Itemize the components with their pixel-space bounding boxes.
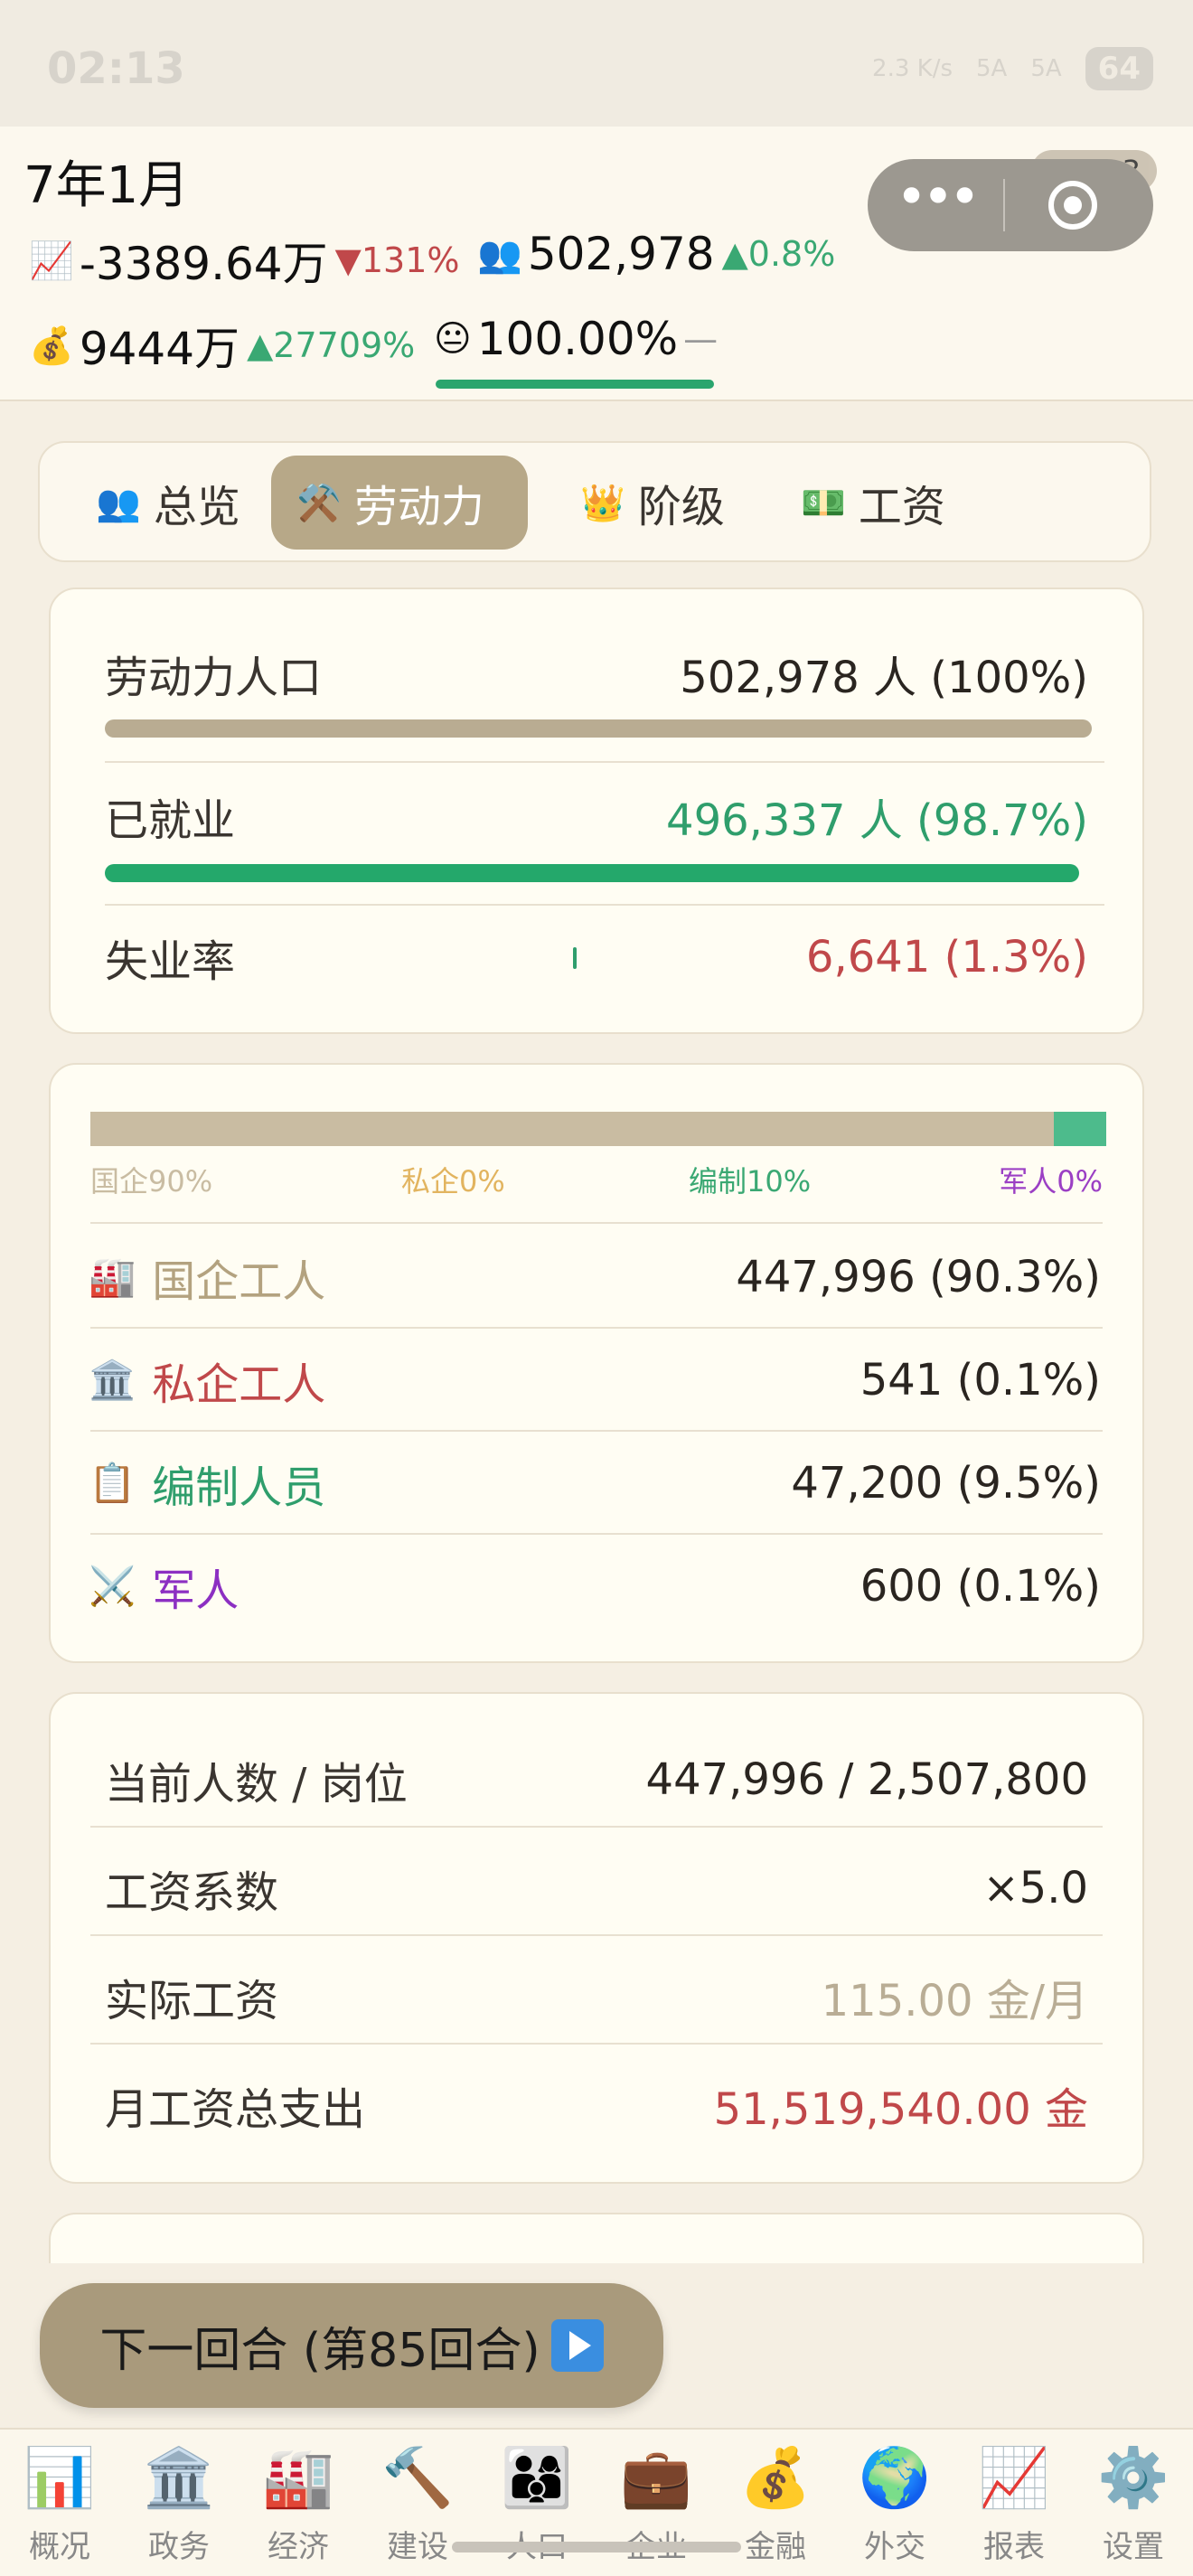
bottom-nav: 📊概况 🏛️政务 🏭经济 🔨建设 👨‍👩‍👦人口 💼企业 💰金融 🌍外交 📈报表… xyxy=(0,2428,1193,2576)
state-worker-row: 🏭 国企工人 447,996 (90.3%) xyxy=(89,1252,1101,1307)
next-turn-button[interactable]: 下一回合 (第85回合) xyxy=(40,2283,663,2408)
employment-distribution-card: 国企90% 私企0% 编制10% 军人0% 🏭 国企工人 447,996 (90.… xyxy=(49,1063,1144,1663)
close-mini-program-button[interactable] xyxy=(1005,181,1141,230)
employed-row: 已就业 496,337 人 (98.7%) xyxy=(105,785,1088,848)
employed-bar xyxy=(105,864,1079,882)
clock: 02:13 xyxy=(47,43,185,94)
game-date: 7年1月 xyxy=(23,156,190,215)
mini-program-capsule: ••• xyxy=(868,159,1153,251)
signal-1-icon: 5A xyxy=(976,55,1008,82)
population-value: 502,978 xyxy=(527,228,715,280)
unemployment-row: 失业率 6,641 (1.3%) xyxy=(105,932,1088,987)
treasury-stat: 💰 9444万 ▲27709% xyxy=(29,313,415,378)
wage-row: 月工资总支出 51,519,540.00 金 xyxy=(105,2084,1088,2135)
legend-private: 私企0% xyxy=(401,1164,505,1199)
distribution-bar-bianzhi xyxy=(1053,1112,1106,1146)
unemployment-value: 6,641 (1.3%) xyxy=(805,932,1088,982)
labor-total-value: 502,978 人 (100%) xyxy=(680,653,1088,703)
tab-class[interactable]: 👑 阶级 xyxy=(555,456,750,550)
population-stat: 👥 502,978 ▲0.8% xyxy=(477,228,835,280)
clipboard-icon: 📋 xyxy=(89,1461,136,1505)
distribution-bar xyxy=(90,1112,1106,1146)
nav-economy[interactable]: 🏭 经济 xyxy=(239,2442,358,2566)
status-bar: 02:13 2.3 K/s 5A 5A 64 xyxy=(0,0,1193,127)
people-icon: 👥 xyxy=(96,482,141,524)
nav-settings[interactable]: ⚙️ 设置 xyxy=(1074,2442,1193,2566)
bianzhi-row: 📋 编制人员 47,200 (9.5%) xyxy=(89,1458,1101,1513)
nav-government[interactable]: 🏛️ 政务 xyxy=(119,2442,239,2566)
happiness-stat: 😐 100.00% — xyxy=(434,313,718,365)
wage-row: 当前人数 / 岗位 447,996 / 2,507,800 xyxy=(105,1754,1088,1810)
gesture-bar xyxy=(452,2542,741,2552)
money-bag-icon: 💰 xyxy=(739,2445,812,2512)
tab-labor[interactable]: ⚒️ 劳动力 xyxy=(271,456,528,550)
nav-reports[interactable]: 📈 报表 xyxy=(954,2442,1074,2566)
labor-total-row: 劳动力人口 502,978 人 (100%) xyxy=(105,642,1088,705)
legend-state: 国企90% xyxy=(90,1164,213,1199)
cash-icon: 💵 xyxy=(801,482,846,524)
gdp-stat: 📈 -3389.64万 ▼131% xyxy=(29,228,460,293)
treasury-value: 9444万 xyxy=(79,323,240,375)
labor-total-bar xyxy=(105,719,1092,738)
chart-up-icon: 📈 xyxy=(29,240,74,282)
globe-icon: 🌍 xyxy=(859,2445,931,2512)
bar-chart-icon: 📊 xyxy=(23,2445,96,2512)
wage-row: 实际工资 115.00 金/月 xyxy=(105,1976,1088,2026)
employed-value: 496,337 人 (98.7%) xyxy=(666,795,1088,846)
battery-icon: 64 xyxy=(1085,47,1153,90)
chart-up-icon: 📈 xyxy=(978,2445,1050,2512)
factory-icon: 🏭 xyxy=(262,2445,334,2512)
more-menu-icon[interactable]: ••• xyxy=(868,170,1003,224)
wage-card: 当前人数 / 岗位 447,996 / 2,507,800 工资系数 ×5.0 … xyxy=(49,1692,1144,2184)
crown-icon: 👑 xyxy=(580,482,625,524)
signal-2-icon: 5A xyxy=(1030,55,1062,82)
hammer-pick-icon: ⚒️ xyxy=(296,482,342,524)
gdp-delta: ▼131% xyxy=(334,240,460,280)
gear-icon: ⚙️ xyxy=(1097,2445,1170,2512)
labor-force-card: 劳动力人口 502,978 人 (100%) 已就业 496,337 人 (98… xyxy=(49,588,1144,1034)
status-icons: 2.3 K/s 5A 5A 64 xyxy=(872,47,1153,90)
government-icon: 🏛️ xyxy=(143,2445,215,2512)
family-icon: 👨‍👩‍👦 xyxy=(501,2445,573,2512)
treasury-delta: ▲27709% xyxy=(247,325,416,365)
happiness-value: 100.00% xyxy=(476,313,679,365)
nav-diplomacy[interactable]: 🌍 外交 xyxy=(835,2442,954,2566)
wage-row: 工资系数 ×5.0 xyxy=(105,1863,1088,1918)
target-icon xyxy=(1048,181,1097,230)
tab-wage[interactable]: 💵 工资 xyxy=(775,456,971,550)
happiness-bar xyxy=(436,380,714,389)
population-tabs: 👥 总览 ⚒️ 劳动力 👑 阶级 💵 工资 xyxy=(38,441,1151,562)
legend-military: 军人0% xyxy=(999,1164,1103,1199)
legend-bianzhi: 编制10% xyxy=(689,1164,812,1199)
next-turn-label: 下一回合 (第85回合) xyxy=(99,2323,540,2378)
bank-icon: 🏛️ xyxy=(89,1358,136,1402)
neutral-face-icon: 😐 xyxy=(434,318,472,360)
money-bag-icon: 💰 xyxy=(29,324,74,367)
happiness-delta: — xyxy=(683,319,719,359)
private-worker-row: 🏛️ 私企工人 541 (0.1%) xyxy=(89,1355,1101,1410)
factory-icon: 🏭 xyxy=(89,1255,136,1299)
unemployment-bar xyxy=(573,947,577,969)
crossed-swords-icon: ⚔️ xyxy=(89,1564,136,1608)
network-speed: 2.3 K/s xyxy=(872,55,953,82)
nav-overview[interactable]: 📊 概况 xyxy=(0,2442,119,2566)
play-icon xyxy=(550,2319,604,2372)
gdp-value: -3389.64万 xyxy=(79,238,328,290)
tab-overview[interactable]: 👥 总览 xyxy=(70,456,266,550)
game-header: 7年1月 V3.0.3 ••• 📈 -3389.64万 ▼131% 👥 502,… xyxy=(0,127,1193,401)
population-delta: ▲0.8% xyxy=(721,234,836,274)
military-row: ⚔️ 军人 600 (0.1%) xyxy=(89,1561,1101,1616)
hammer-icon: 🔨 xyxy=(381,2445,454,2512)
people-icon: 👥 xyxy=(477,233,522,276)
briefcase-icon: 💼 xyxy=(620,2445,692,2512)
